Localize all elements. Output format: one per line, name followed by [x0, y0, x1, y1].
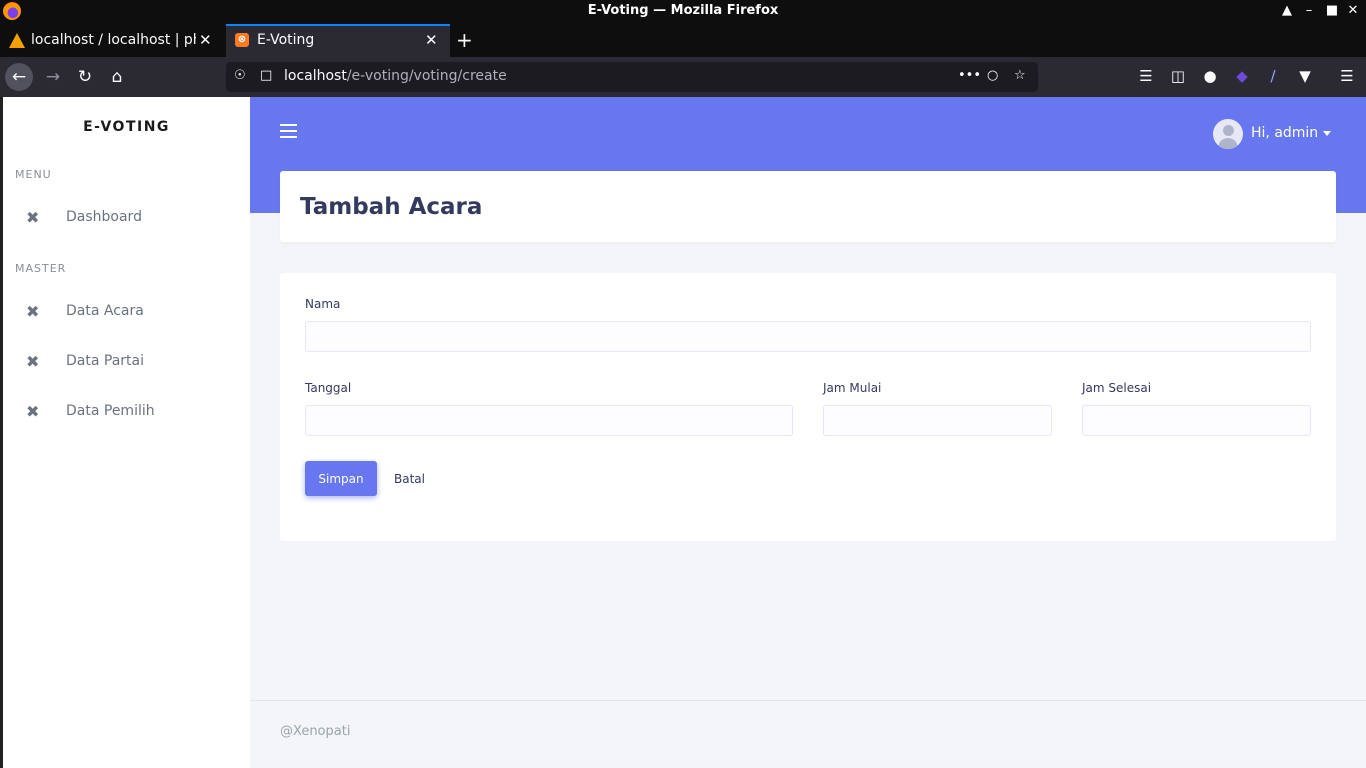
caret-down-icon: [1323, 131, 1331, 136]
shield-icon[interactable]: ☉: [234, 68, 246, 83]
page-info-icon[interactable]: □: [260, 68, 272, 83]
page-title-card: Tambah Acara: [280, 171, 1336, 242]
account-icon[interactable]: ●: [1200, 67, 1220, 85]
avatar: [1213, 119, 1243, 149]
sidebar-toggle-icon[interactable]: ◫: [1168, 67, 1188, 85]
tools-icon: ✖: [26, 302, 40, 321]
tab-e-voting[interactable]: ⊗ E-Voting ✕: [226, 24, 450, 57]
forward-button[interactable]: →: [39, 63, 67, 91]
sidebar-item-data-pemilih[interactable]: ✖ Data Pemilih: [3, 392, 250, 432]
color-picker-icon[interactable]: ∕: [1263, 67, 1283, 85]
user-greeting: Hi, admin: [1251, 125, 1319, 141]
maximize-button[interactable]: ■: [1325, 3, 1339, 18]
user-dropdown[interactable]: Hi, admin: [1213, 119, 1331, 149]
footer-credit: @Xenopati: [280, 724, 351, 739]
nama-input[interactable]: [305, 321, 1311, 352]
form-card: Nama Tanggal Jam Mulai Jam Selesai Simpa…: [280, 273, 1336, 541]
reload-button[interactable]: ↻: [71, 63, 99, 91]
sidebar-section-master: MASTER: [15, 262, 67, 275]
menu-icon[interactable]: ☰: [1337, 67, 1357, 85]
library-icon[interactable]: ☰: [1136, 67, 1156, 85]
sidebar: E-VOTING MENU ✖ Dashboard MASTER ✖ Data …: [0, 97, 250, 768]
tab-label: localhost / localhost | phpMyAdmin: [31, 32, 196, 48]
pocket-icon[interactable]: ○: [987, 68, 998, 83]
window-titlebar: E-Voting — Mozilla Firefox ▲ – ■ ✕: [0, 0, 1366, 24]
nama-label: Nama: [305, 297, 341, 311]
tab-label: E-Voting: [257, 32, 315, 48]
jam-mulai-input[interactable]: [823, 405, 1052, 436]
sidebar-item-label: Dashboard: [66, 209, 142, 225]
extension-icon[interactable]: ◆: [1232, 67, 1252, 85]
page-title: Tambah Acara: [300, 194, 483, 220]
sidebar-item-data-partai[interactable]: ✖ Data Partai: [3, 342, 250, 382]
new-tab-button[interactable]: +: [456, 28, 473, 52]
close-tab-icon[interactable]: ✕: [425, 31, 438, 49]
browser-toolbar: ← → ↻ ⌂ ☉ □ localhost/e-voting/voting/cr…: [0, 57, 1366, 97]
sidebar-item-label: Data Partai: [66, 353, 144, 369]
jam-selesai-input[interactable]: [1082, 405, 1311, 436]
tab-phpmyadmin[interactable]: localhost / localhost | phpMyAdmin ✕: [0, 24, 224, 57]
save-button[interactable]: Simpan: [305, 461, 377, 496]
footer: @Xenopati: [250, 700, 1366, 768]
url-text[interactable]: localhost/e-voting/voting/create: [284, 68, 507, 84]
sidebar-section-menu: MENU: [15, 168, 52, 181]
jam-mulai-label: Jam Mulai: [823, 381, 882, 395]
bookmark-star-icon[interactable]: ☆: [1014, 68, 1026, 83]
close-window-button[interactable]: ✕: [1346, 3, 1360, 18]
tanggal-label: Tanggal: [305, 381, 352, 395]
window-title: E-Voting — Mozilla Firefox: [587, 3, 779, 18]
tools-icon: ✖: [26, 208, 40, 227]
home-button[interactable]: ⌂: [103, 63, 131, 91]
sidebar-toggle-button[interactable]: [280, 124, 297, 138]
sidebar-item-label: Data Pemilih: [66, 403, 155, 419]
sidebar-item-data-acara[interactable]: ✖ Data Acara: [3, 292, 250, 332]
tanggal-input[interactable]: [305, 405, 793, 436]
cancel-button[interactable]: Batal: [387, 461, 432, 496]
tools-icon: ✖: [26, 402, 40, 421]
sidebar-item-label: Data Acara: [66, 303, 144, 319]
page-actions-icon[interactable]: •••: [958, 68, 981, 83]
sidebar-item-dashboard[interactable]: ✖ Dashboard: [3, 198, 250, 238]
url-bar[interactable]: ☉ □ localhost/e-voting/voting/create •••…: [226, 62, 1038, 92]
phpmyadmin-favicon-icon: [9, 33, 25, 48]
tools-icon: ✖: [26, 352, 40, 371]
tab-bar: localhost / localhost | phpMyAdmin ✕ ⊗ E…: [0, 24, 1366, 57]
back-button[interactable]: ←: [5, 63, 33, 91]
minimize-up-icon[interactable]: ▲: [1280, 3, 1294, 18]
brand-logo[interactable]: E-VOTING: [3, 119, 250, 135]
xampp-favicon-icon: ⊗: [235, 33, 249, 47]
jam-selesai-label: Jam Selesai: [1082, 381, 1152, 395]
vue-devtools-icon[interactable]: ▼: [1295, 67, 1315, 85]
minimize-button[interactable]: –: [1302, 3, 1316, 18]
close-tab-icon[interactable]: ✕: [199, 31, 212, 49]
